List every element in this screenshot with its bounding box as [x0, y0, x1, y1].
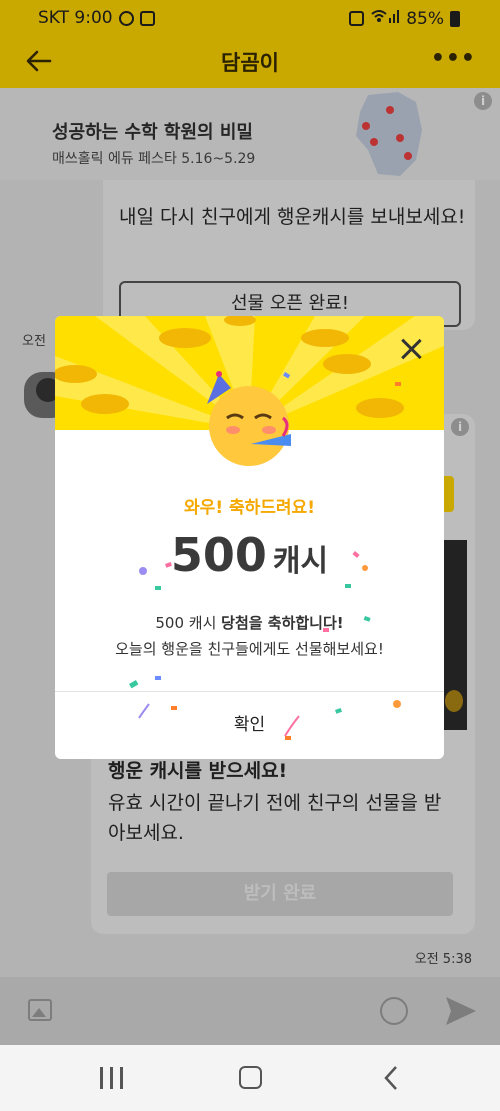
battery-icon: [450, 10, 460, 27]
app-header: 담곰이 •••: [0, 34, 500, 88]
share-message: 오늘의 행운을 친구들에게도 선물해보세요!: [115, 640, 384, 658]
gallery-icon: [139, 10, 155, 26]
receive-button[interactable]: 받기 완료: [107, 872, 453, 916]
last-message-time: 오전 5:38: [414, 952, 472, 967]
card-body: 유효 시간이 끝나기 전에 친구의 선물을 받아보세요.: [108, 792, 442, 844]
wifi-signal-icon: [370, 8, 400, 29]
card-title: 행운 캐시를 받으세요!: [108, 760, 288, 782]
party-face-icon: [207, 371, 291, 466]
battery-text: 85%: [406, 8, 444, 29]
system-nav-bar: [0, 1045, 500, 1111]
emoticon-icon[interactable]: [380, 997, 408, 1025]
reward-amount-number: 500: [170, 528, 267, 582]
message-bubble: 내일 다시 친구에게 행운캐시를 보내보세요! 선물 오픈 완료!: [103, 180, 475, 330]
banner-title: 성공하는 수학 학원의 비밀: [52, 122, 253, 143]
congrats-message-prefix: 500 캐시: [155, 614, 222, 632]
congrats-message-bold: 당첨을 축하합니다!: [221, 614, 344, 632]
card-info-icon[interactable]: i: [451, 418, 469, 436]
message-text: 내일 다시 친구에게 행운캐시를 보내보세요!: [119, 206, 466, 228]
banner-subtitle: 매쓰홀릭 에듀 페스타 5.16~5.29: [52, 151, 256, 167]
ad-banner[interactable]: 성공하는 수학 학원의 비밀 매쓰홀릭 에듀 페스타 5.16~5.29 i: [0, 88, 500, 180]
alarm-icon: [349, 11, 365, 26]
image-attach-icon[interactable]: [28, 999, 52, 1021]
notification-icon: [118, 10, 134, 26]
message-time: 오전: [22, 334, 46, 349]
status-bar: SKT 9:00 85%: [0, 0, 500, 34]
input-bar: [0, 977, 500, 1045]
congrats-heading: 와우! 축하드려요!: [184, 498, 315, 518]
nav-back-icon[interactable]: [384, 1065, 398, 1091]
reward-amount-unit: 캐시: [272, 544, 329, 579]
more-options-icon[interactable]: •••: [431, 46, 476, 71]
send-icon[interactable]: [444, 995, 478, 1027]
reward-amount: 500 캐시: [55, 528, 444, 582]
carrier-time: SKT 9:00: [38, 8, 113, 28]
recent-apps-icon[interactable]: [100, 1067, 124, 1089]
ad-info-icon[interactable]: i: [474, 92, 492, 110]
close-icon[interactable]: [400, 338, 422, 360]
home-icon[interactable]: [239, 1066, 262, 1089]
congrats-message: 500 캐시 당첨을 축하합니다!: [55, 612, 444, 633]
reward-dialog: 와우! 축하드려요! 500 캐시 500 캐시 당첨을 축하합니다! 오늘의 행…: [55, 316, 444, 759]
chat-title: 담곰이: [221, 51, 279, 75]
confirm-button[interactable]: 확인: [55, 692, 444, 759]
korea-map-icon: [356, 92, 422, 176]
